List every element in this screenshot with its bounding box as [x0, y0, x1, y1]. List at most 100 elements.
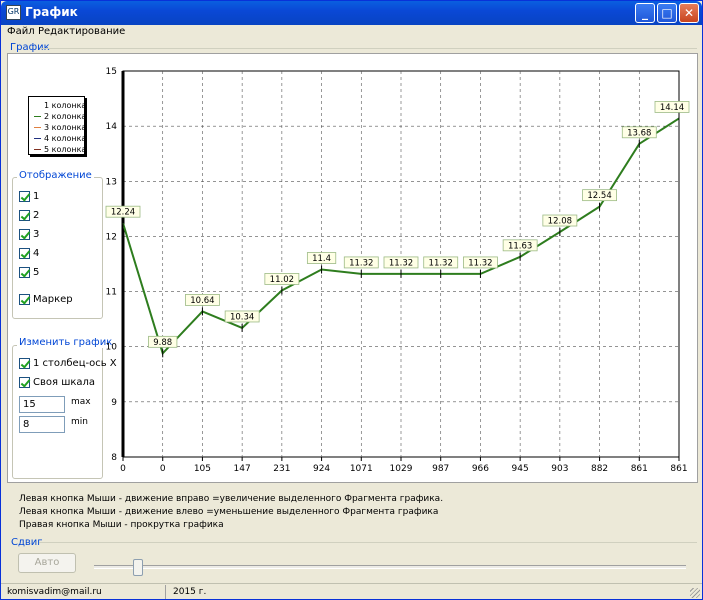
show-series-3-checkbox[interactable]: 3 — [19, 229, 39, 241]
min-scale-input[interactable]: 8 — [19, 416, 65, 433]
show-series-1-checkbox[interactable]: 1 — [19, 191, 39, 203]
data-label: 13.68 — [627, 128, 651, 138]
y-tick-label: 12 — [106, 232, 117, 242]
group-divider — [41, 48, 697, 49]
group-divider — [39, 542, 697, 543]
data-label: 11.32 — [429, 258, 453, 268]
legend-swatch — [34, 127, 41, 128]
data-label: 12.54 — [587, 191, 611, 201]
x-tick-label: 861 — [631, 464, 648, 474]
max-scale-input[interactable]: 15 — [19, 396, 65, 413]
checkbox-box[interactable] — [19, 229, 30, 240]
auto-button[interactable]: Авто — [18, 553, 76, 573]
x-tick-label: 987 — [432, 464, 449, 474]
legend-swatch — [34, 116, 41, 117]
legend-label: 4 колонка — [44, 134, 87, 143]
x-tick-label: 1029 — [390, 464, 413, 474]
change-chart-group-title: Изменить график — [17, 337, 115, 348]
title-bar[interactable]: GR График _ □ ✕ — [1, 1, 702, 25]
checkbox-box[interactable] — [19, 267, 30, 278]
data-label: 12.24 — [111, 208, 135, 218]
x-tick-label: 105 — [194, 464, 211, 474]
checkbox-label: Маркер — [33, 294, 73, 305]
checkbox-label: Своя шкала — [33, 377, 96, 388]
legend-label: 3 колонка — [44, 123, 87, 132]
checkbox-label: 5 — [33, 267, 40, 278]
data-label: 12.08 — [548, 217, 572, 227]
chart-legend: 1 колонка 2 колонка 3 колонка 4 колонка … — [28, 96, 87, 155]
x-tick-label: 0 — [120, 464, 126, 474]
maximize-button[interactable]: □ — [657, 3, 677, 23]
x-tick-label: 861 — [670, 464, 687, 474]
menu-bar: Файл Редактирование — [3, 25, 700, 39]
legend-item: 5 колонка — [29, 144, 87, 155]
x-tick-label: 0 — [160, 464, 166, 474]
checkbox-box[interactable] — [19, 358, 30, 369]
y-tick-label: 14 — [106, 122, 118, 132]
resize-grip-icon[interactable] — [690, 588, 700, 598]
checkbox-box[interactable] — [19, 377, 30, 388]
app-icon[interactable]: GR — [6, 5, 21, 20]
legend-swatch — [34, 149, 41, 150]
legend-item: 3 колонка — [29, 122, 87, 133]
x-tick-label: 945 — [512, 464, 529, 474]
status-bar: komisvadim@mail.ru 2015 г. — [1, 583, 702, 599]
legend-item: 4 колонка — [29, 133, 87, 144]
marker-checkbox[interactable]: Маркер — [19, 294, 73, 306]
x-tick-label: 924 — [313, 464, 330, 474]
main-window: GR График _ □ ✕ Файл Редактирование Граф… — [0, 0, 703, 600]
checkbox-box[interactable] — [19, 294, 30, 305]
data-label: 11.4 — [312, 254, 331, 264]
menu-file[interactable]: Файл — [7, 26, 35, 37]
shift-slider-track[interactable] — [94, 565, 686, 569]
y-tick-label: 8 — [111, 453, 117, 463]
x-tick-label: 966 — [472, 464, 489, 474]
help-text: Левая кнопка Мыши - движение вправо =уве… — [19, 493, 443, 532]
x-tick-label: 231 — [273, 464, 290, 474]
data-label: 11.63 — [508, 241, 532, 251]
checkbox-box[interactable] — [19, 248, 30, 259]
legend-label: 2 колонка — [44, 112, 87, 121]
legend-swatch — [34, 105, 41, 106]
y-tick-label: 15 — [106, 67, 117, 77]
checkbox-label: 1 — [33, 191, 40, 202]
shift-slider-thumb[interactable] — [133, 559, 143, 576]
status-email: komisvadim@mail.ru — [7, 587, 102, 597]
y-tick-label: 9 — [111, 398, 117, 408]
checkbox-box[interactable] — [19, 210, 30, 221]
display-group-title: Отображение — [17, 170, 94, 181]
minimize-button[interactable]: _ — [635, 3, 655, 23]
y-tick-label: 10 — [106, 343, 118, 353]
data-label: 10.64 — [190, 296, 214, 306]
menu-edit[interactable]: Редактирование — [38, 26, 125, 37]
checkbox-label: 4 — [33, 248, 40, 259]
show-series-5-checkbox[interactable]: 5 — [19, 267, 39, 279]
data-label: 11.32 — [468, 258, 492, 268]
x-tick-label: 882 — [591, 464, 608, 474]
y-tick-label: 11 — [106, 288, 117, 298]
legend-item: 2 колонка — [29, 111, 87, 122]
y-tick-label: 13 — [106, 177, 117, 187]
checkbox-box[interactable] — [19, 191, 30, 202]
checkbox-label: 3 — [33, 229, 40, 240]
min-label: min — [71, 417, 88, 427]
data-label: 9.88 — [153, 338, 172, 348]
legend-item: 1 колонка — [29, 100, 86, 111]
legend-label: 5 колонка — [44, 145, 87, 154]
close-button[interactable]: ✕ — [679, 3, 699, 23]
x-tick-label: 147 — [234, 464, 251, 474]
x-tick-label: 903 — [551, 464, 568, 474]
shift-group-label: Сдвиг — [11, 537, 43, 548]
max-label: max — [71, 397, 91, 407]
status-separator — [165, 585, 166, 599]
data-label: 11.32 — [349, 258, 373, 268]
status-year: 2015 г. — [173, 587, 207, 597]
data-label: 14.14 — [660, 103, 684, 113]
data-label: 10.34 — [230, 312, 254, 322]
show-series-2-checkbox[interactable]: 2 — [19, 210, 39, 222]
own-scale-checkbox[interactable]: Своя шкала — [19, 377, 95, 389]
x-tick-label: 1071 — [350, 464, 373, 474]
line-chart[interactable]: 8 9 10 11 12 13 14 15 0 0 105 147 231 924 1071 1029 987 9… — [101, 61, 691, 481]
window-title: График — [25, 5, 78, 19]
show-series-4-checkbox[interactable]: 4 — [19, 248, 39, 260]
